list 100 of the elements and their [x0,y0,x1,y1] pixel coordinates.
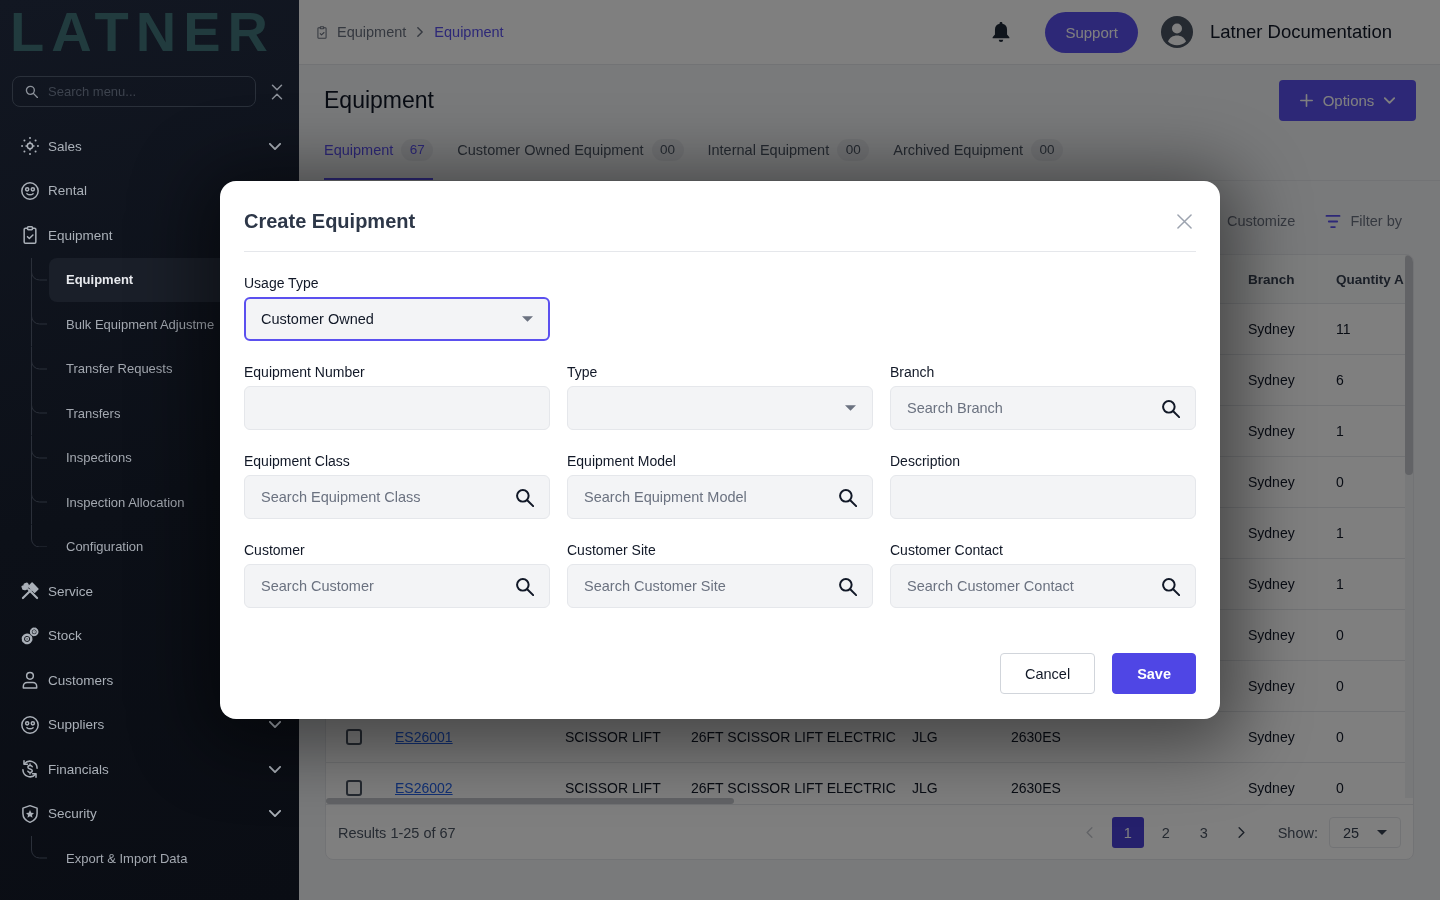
sidebar-item[interactable]: Suppliers [12,702,287,747]
sidebar-subitem[interactable]: Export & Import Data [49,836,287,881]
avatar-icon[interactable] [1160,16,1193,48]
select-field[interactable]: Customer Owned [244,297,550,341]
sidebar-item[interactable]: Security [12,791,287,836]
tree-connector [31,257,47,302]
field-label: Equipment Number [244,363,365,382]
crossed-tools-icon [20,581,40,602]
sidebar-item[interactable]: Customers [12,658,287,703]
checkbox[interactable] [346,780,362,796]
close-icon [1177,213,1192,229]
collapse-icon [271,82,283,101]
table-cell: 1 [1336,525,1344,541]
page-title: Equipment [324,87,434,114]
table-cell: Sydney [1248,423,1295,439]
save-button[interactable]: Save [1112,653,1196,694]
field-label: Type [567,363,598,382]
table-cell: 26FT SCISSOR LIFT ELECTRIC [691,729,896,745]
field-label: Customer [244,541,305,560]
table-cell: 1 [1336,423,1344,439]
column-header: Branch [1248,271,1295,287]
table-cell: 2630ES [1011,780,1061,796]
search-icon [515,487,534,507]
filter-icon [1325,214,1342,228]
table-cell: Sydney [1248,576,1295,592]
shield-star-icon [20,803,40,824]
table-cell: 0 [1336,729,1344,745]
search-field[interactable]: Search Equipment Model [567,475,873,519]
user-name: Latner Documentation [1209,21,1392,43]
scrollbar-thumb[interactable] [1405,255,1413,475]
page-button[interactable]: 3 [1187,817,1220,848]
table-cell: Sydney [1248,474,1295,490]
field-label: Equipment Class [244,452,350,471]
search-icon [1161,576,1180,596]
chevron-down-icon [269,810,281,818]
count-badge: 00 [1031,139,1063,161]
table-cell: Sydney [1248,780,1295,796]
checkbox[interactable] [346,729,362,745]
column-header: Quantity A [1336,271,1404,287]
tree-connector [31,836,47,859]
clipboard-check-icon [315,24,329,40]
field-label: Description [890,452,961,471]
table-cell: 26FT SCISSOR LIFT ELECTRIC [691,780,896,796]
chevron-right-icon [1238,827,1246,838]
sidebar-item[interactable]: Stock [12,613,287,658]
chevron-down-icon [269,721,281,729]
face-icon [20,714,40,735]
table-cell: 2630ES [1011,729,1061,745]
plus-icon [1299,94,1313,107]
page-size-select[interactable]: 25 [1329,817,1401,848]
clipboard-check-icon [20,225,40,246]
text-field[interactable] [890,475,1196,519]
table-cell: JLG [912,729,938,745]
table-cell: Sydney [1248,321,1295,337]
table-cell: 6 [1336,372,1344,388]
results-summary: Results 1-25 of 67 [338,824,456,841]
count-badge: 67 [401,139,434,161]
table-cell: 11 [1336,321,1351,337]
search-field[interactable]: Search Branch [890,386,1196,430]
chevron-right-icon [417,27,424,37]
search-icon [838,576,857,596]
sidebar-item[interactable]: Sales [12,124,287,169]
person-icon [20,670,40,691]
dollar-cycle-icon [20,759,40,780]
table-cell: Sydney [1248,729,1295,745]
tree-connector [31,435,47,480]
page-button[interactable]: 2 [1149,817,1182,848]
table-cell: Sydney [1248,525,1295,541]
table-cell: 0 [1336,678,1344,694]
table-cell: SCISSOR LIFT [565,780,661,796]
select-field[interactable] [567,386,873,430]
tree-connector [31,346,47,391]
chevron-down-icon [1384,97,1396,104]
search-icon [515,576,534,596]
tree-connector [31,391,47,436]
table-cell: Sydney [1248,678,1295,694]
chevron-down-icon [269,765,281,773]
scrollbar-thumb[interactable] [326,798,734,804]
table-cell: Sydney [1248,372,1295,388]
search-field[interactable]: Search Equipment Class [244,475,550,519]
caret-icon [522,316,533,322]
face-icon [20,180,40,201]
field-label: Customer Site [567,541,656,560]
table-cell: 0 [1336,627,1344,643]
sidebar-item[interactable]: Financials [12,747,287,792]
gears-icon [20,625,40,646]
search-field[interactable]: Search Customer Contact [890,564,1196,608]
tree-connector [31,302,47,347]
search-field[interactable]: Search Customer [244,564,550,608]
table-cell: 0 [1336,780,1344,796]
caret-icon [1377,830,1387,835]
text-field[interactable] [244,386,550,430]
table-cell: 1 [1336,576,1344,592]
table-cell: 0 [1336,474,1344,490]
search-icon [1161,398,1180,418]
search-icon [838,487,857,507]
cancel-button[interactable]: Cancel [1000,653,1096,694]
search-field[interactable]: Search Customer Site [567,564,873,608]
count-badge: 00 [837,139,870,161]
bell-icon [992,22,1011,42]
